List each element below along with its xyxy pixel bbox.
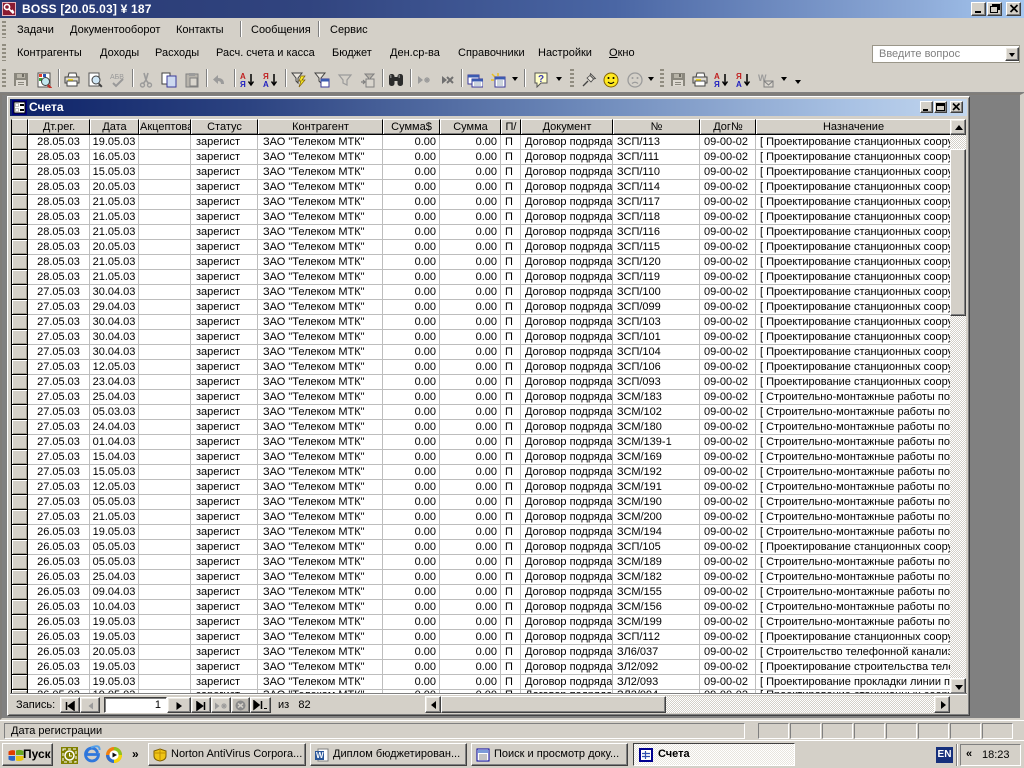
svg-text:Я: Я [714, 80, 720, 88]
svg-text:Я: Я [240, 80, 246, 88]
svg-text:?: ? [538, 74, 544, 85]
svg-text:А: А [263, 80, 269, 88]
svg-text:W: W [316, 751, 324, 760]
svg-text:А: А [736, 80, 742, 88]
